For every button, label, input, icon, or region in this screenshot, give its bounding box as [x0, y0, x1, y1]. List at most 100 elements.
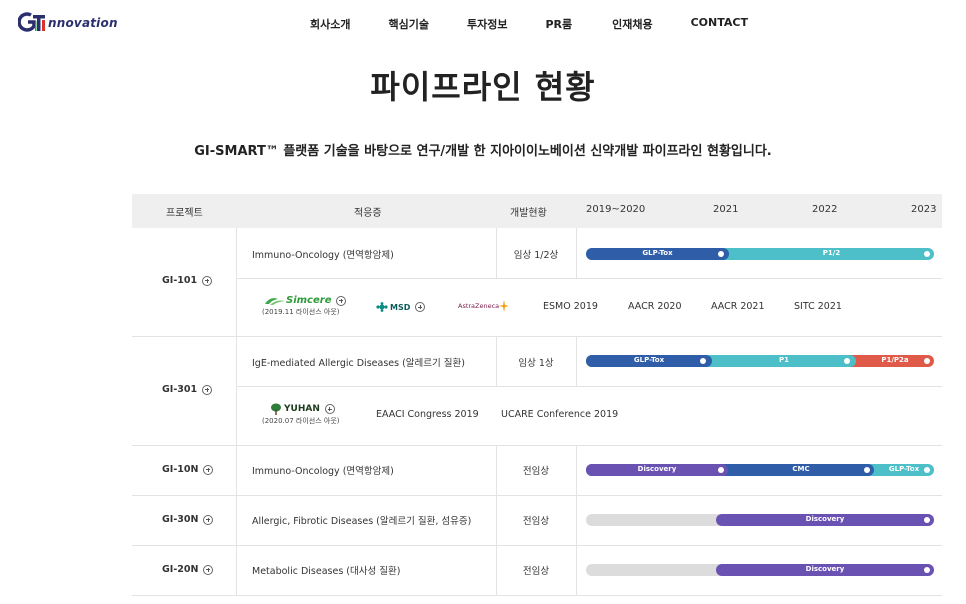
- header-year-2019-2020: 2019~2020: [586, 204, 646, 215]
- expand-plus-icon[interactable]: [336, 295, 347, 306]
- indication: IgE-mediated Allergic Diseases (알레르기 질환): [252, 358, 465, 369]
- nav-careers[interactable]: 인재채용: [612, 16, 652, 32]
- expand-plus-icon[interactable]: [324, 404, 335, 414]
- header-project: 프로젝트: [166, 208, 203, 219]
- page-subtitle: GI-SMART™ 플랫폼 기술을 바탕으로 연구/개발 한 지아이이노베이션 …: [194, 144, 772, 159]
- project-gi-20n[interactable]: GI-20N: [162, 564, 214, 575]
- pipeline-bar: GLP-Tox P1 P1/P2a: [586, 355, 934, 367]
- column-divider: [576, 336, 577, 386]
- nav-company[interactable]: 회사소개: [310, 16, 350, 32]
- expand-plus-icon[interactable]: [202, 384, 213, 395]
- expand-plus-icon[interactable]: [203, 564, 214, 575]
- development-status: 전임상: [522, 566, 550, 577]
- conference-event: AACR 2021: [711, 301, 765, 312]
- milestone-dot: [718, 467, 724, 473]
- msd-logo-icon: [376, 302, 388, 312]
- conference-event: AACR 2020: [628, 301, 682, 312]
- page-title: 파이프라인 현황: [370, 68, 596, 106]
- milestone-dot: [844, 358, 850, 364]
- conference-event: UCARE Conference 2019: [501, 409, 619, 420]
- pipeline-bar: Discovery CMC GLP-Tox: [586, 464, 934, 476]
- nav-pr-room[interactable]: PR룸: [545, 16, 572, 32]
- project-gi-30n[interactable]: GI-30N: [162, 514, 214, 525]
- logo[interactable]: nnovation: [17, 12, 118, 34]
- partner-simcere[interactable]: Simcere: [264, 295, 347, 306]
- milestone-dot: [718, 251, 724, 257]
- yuhan-logo-icon: [271, 403, 281, 415]
- expand-plus-icon[interactable]: [415, 302, 426, 312]
- conference-event: SITC 2021: [794, 301, 842, 312]
- project-name: GI-101: [162, 275, 198, 286]
- header-year-2023: 2023: [911, 204, 937, 215]
- column-divider: [576, 228, 577, 278]
- license-note: (2019.11 라이선스 아웃): [262, 308, 340, 316]
- partner-astrazeneca: AstraZeneca: [458, 300, 510, 312]
- milestone-dot: [924, 517, 930, 523]
- phase-label: P1/P2a: [881, 356, 909, 364]
- milestone-dot: [924, 358, 930, 364]
- header-year-2021: 2021: [713, 204, 739, 215]
- column-divider: [576, 445, 577, 596]
- row-divider: [132, 595, 942, 596]
- phase-label: P1/2: [822, 249, 841, 257]
- partner-yuhan[interactable]: YUHAN: [270, 403, 335, 415]
- row-divider: [132, 545, 942, 546]
- phase-label: CMC: [792, 465, 810, 473]
- development-status: 전임상: [522, 516, 550, 527]
- astrazeneca-logo-icon: [499, 300, 510, 312]
- milestone-dot: [924, 251, 930, 257]
- development-status: 임상 1상: [518, 358, 554, 369]
- row-divider: [132, 336, 942, 337]
- partner-name: Simcere: [286, 295, 332, 306]
- milestone-dot: [924, 467, 930, 473]
- project-name: GI-30N: [162, 514, 199, 525]
- phase-label: GLP-Tox: [642, 249, 673, 257]
- nav-contact[interactable]: CONTACT: [691, 16, 748, 32]
- partner-name: YUHAN: [284, 404, 320, 414]
- nav-investor[interactable]: 투자정보: [467, 16, 507, 32]
- row-divider: [236, 278, 942, 279]
- partner-name: MSD: [390, 302, 411, 312]
- logo-text: nnovation: [48, 16, 118, 30]
- project-gi-101[interactable]: GI-101: [162, 275, 213, 286]
- row-divider: [236, 386, 942, 387]
- development-status: 임상 1/2상: [513, 250, 559, 261]
- pipeline-bar: GLP-Tox P1/2: [586, 248, 934, 260]
- indication: Immuno-Oncology (면역항암제): [252, 466, 394, 477]
- header-status: 개발현황: [510, 208, 547, 219]
- header: nnovation 회사소개 핵심기술 투자정보 PR룸 인재채용 CONTAC…: [0, 0, 966, 48]
- indication: Allergic, Fibrotic Diseases (알레르기 질환, 섬유…: [252, 516, 472, 527]
- milestone-dot: [864, 467, 870, 473]
- partner-msd[interactable]: MSD: [376, 302, 426, 312]
- project-name: GI-10N: [162, 464, 199, 475]
- pipeline-bar: Discovery: [586, 564, 934, 576]
- project-gi-10n[interactable]: GI-10N: [162, 464, 214, 475]
- phase-label: Discovery: [637, 465, 677, 473]
- column-divider: [236, 228, 237, 596]
- indication: Immuno-Oncology (면역항암제): [252, 250, 394, 261]
- partner-name: AstraZeneca: [458, 302, 500, 310]
- simcere-logo-icon: [265, 297, 285, 305]
- phase-label: Discovery: [805, 565, 845, 573]
- expand-plus-icon[interactable]: [203, 464, 214, 475]
- phase-label: Discovery: [805, 515, 845, 523]
- main-nav: 회사소개 핵심기술 투자정보 PR룸 인재채용 CONTACT: [310, 16, 748, 32]
- license-note: (2020.07 라이선스 아웃): [262, 417, 340, 425]
- table-header: 프로젝트 적응증 개발현황 2019~2020 2021 2022 2023: [132, 194, 942, 228]
- conference-event: ESMO 2019: [543, 301, 598, 312]
- nav-technology[interactable]: 핵심기술: [388, 16, 428, 32]
- project-name: GI-301: [162, 384, 198, 395]
- expand-plus-icon[interactable]: [202, 275, 213, 286]
- project-name: GI-20N: [162, 564, 199, 575]
- milestone-dot: [924, 567, 930, 573]
- indication: Metabolic Diseases (대사성 질환): [252, 566, 401, 577]
- phase-label: GLP-Tox: [633, 356, 665, 364]
- conference-event: EAACI Congress 2019: [376, 409, 479, 420]
- logo-icon: [17, 12, 48, 34]
- row-divider: [132, 495, 942, 496]
- row-divider: [132, 445, 942, 446]
- expand-plus-icon[interactable]: [203, 514, 214, 525]
- header-indication: 적응증: [354, 208, 382, 219]
- project-gi-301[interactable]: GI-301: [162, 384, 213, 395]
- phase-label: P1: [778, 356, 789, 364]
